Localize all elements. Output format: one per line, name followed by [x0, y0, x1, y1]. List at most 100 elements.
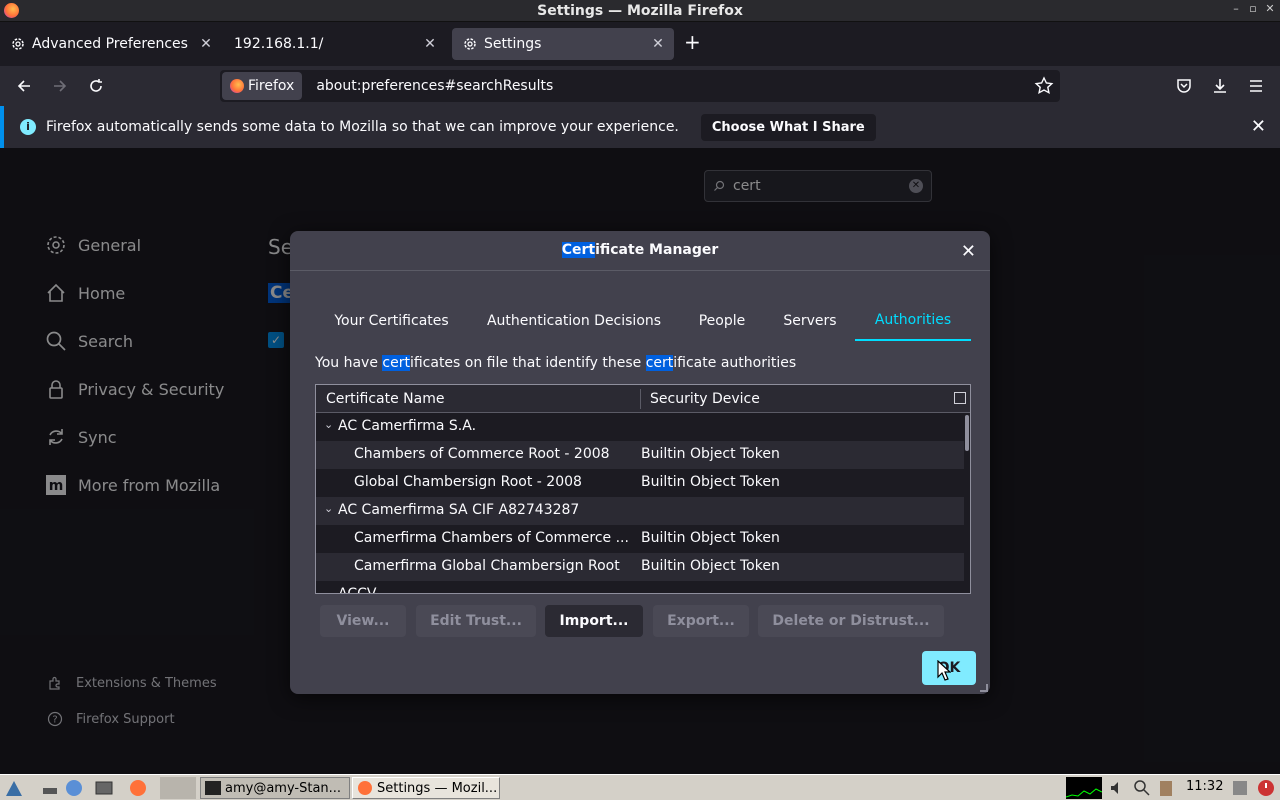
tab-label: Settings [484, 36, 542, 52]
taskbar-item-firefox[interactable]: Settings — Mozil... [352, 777, 500, 799]
dialog-title: Certificate Manager [290, 242, 990, 258]
hamburger-menu-icon[interactable] [1244, 74, 1268, 98]
taskbar-item-label: amy@amy-Stan... [225, 780, 342, 796]
chevron-down-icon[interactable]: ⌄ [324, 418, 333, 431]
certificate-manager-dialog: Certificate Manager ✕ Your Certificates … [290, 231, 990, 694]
cert-device: Builtin Object Token [641, 558, 780, 574]
title-highlight: Cert [561, 242, 596, 258]
close-dialog-icon[interactable]: ✕ [961, 241, 976, 262]
firefox-icon [358, 781, 372, 795]
tab-router[interactable]: 192.168.1.1/ ✕ [224, 28, 446, 60]
user-icon[interactable] [1230, 778, 1250, 798]
chevron-down-icon[interactable]: ⌄ [324, 586, 333, 593]
reload-icon[interactable] [84, 74, 108, 98]
resize-grip[interactable] [980, 684, 988, 692]
network-icon[interactable] [64, 778, 84, 798]
volume-icon[interactable] [1108, 778, 1128, 798]
tab-advanced-preferences[interactable]: Advanced Preferences ✕ [0, 28, 222, 60]
column-certificate-name[interactable]: Certificate Name [326, 391, 444, 407]
window-title: Settings — Mozilla Firefox [537, 2, 743, 19]
window-titlebar: Settings — Mozilla Firefox – ▫ ✕ [0, 0, 1280, 22]
file-manager-icon[interactable] [94, 778, 114, 798]
notification-message: Firefox automatically sends some data to… [46, 119, 679, 135]
cert-device: Builtin Object Token [641, 530, 780, 546]
edit-trust-button[interactable]: Edit Trust... [416, 605, 536, 637]
tab-authorities[interactable]: Authorities [855, 301, 971, 341]
taskbar-item-label: Settings — Mozil... [377, 780, 498, 796]
certificate-tree[interactable]: Certificate Name Security Device ⌄ AC Ca… [315, 384, 971, 594]
firefox-launcher-icon[interactable] [128, 778, 148, 798]
url-bar[interactable]: Firefox about:preferences#searchResults [220, 70, 1060, 102]
import-button[interactable]: Import... [545, 605, 643, 637]
pocket-icon[interactable] [1172, 74, 1196, 98]
tab-your-certificates[interactable]: Your Certificates [315, 301, 468, 341]
clipboard-icon[interactable] [1156, 778, 1176, 798]
tab-servers[interactable]: Servers [775, 301, 845, 341]
tree-row[interactable]: Camerfirma Chambers of Commerce ... Buil… [316, 525, 964, 553]
bookmark-star-icon[interactable] [1034, 76, 1054, 96]
close-notification-icon[interactable]: ✕ [1251, 116, 1266, 137]
view-button[interactable]: View... [320, 605, 406, 637]
taskbar-clock: 11:32 [1186, 779, 1224, 794]
tree-row[interactable]: ⌄ AC Camerfirma S.A. [316, 413, 964, 441]
new-tab-icon[interactable]: + [684, 30, 701, 54]
tree-scrollbar[interactable] [965, 415, 969, 451]
cert-device: Builtin Object Token [641, 474, 780, 490]
authorities-description: You have certificates on file that ident… [315, 355, 797, 371]
export-button[interactable]: Export... [653, 605, 749, 637]
mouse-cursor-icon [937, 660, 951, 681]
tab-bar: Advanced Preferences ✕ 192.168.1.1/ ✕ Se… [0, 22, 1280, 66]
tree-row[interactable]: ⌄ ACCV [316, 581, 964, 593]
maximize-icon[interactable]: ▫ [1245, 2, 1261, 15]
start-menu-icon[interactable] [4, 778, 24, 798]
tree-header: Certificate Name Security Device [316, 385, 970, 413]
info-icon: i [20, 119, 36, 135]
tree-row[interactable]: Chambers of Commerce Root - 2008 Builtin… [316, 441, 964, 469]
tab-label: 192.168.1.1/ [234, 36, 324, 52]
column-separator[interactable] [640, 389, 641, 409]
power-icon[interactable] [1256, 778, 1276, 798]
firefox-icon [4, 3, 19, 18]
identity-label: Firefox [248, 78, 295, 94]
cert-name: Chambers of Commerce Root - 2008 [354, 446, 610, 462]
gear-icon [12, 38, 24, 50]
search-tray-icon[interactable] [1132, 778, 1152, 798]
forward-icon[interactable] [48, 74, 72, 98]
tree-rows: ⌄ AC Camerfirma S.A. Chambers of Commerc… [316, 413, 964, 593]
gear-icon [464, 38, 476, 50]
column-security-device[interactable]: Security Device [650, 391, 760, 407]
terminal-icon [205, 781, 221, 795]
tree-row[interactable]: Global Chambersign Root - 2008 Builtin O… [316, 469, 964, 497]
close-tab-icon[interactable]: ✕ [198, 36, 214, 52]
tab-people[interactable]: People [687, 301, 757, 341]
close-tab-icon[interactable]: ✕ [422, 36, 438, 52]
cert-name: AC Camerfirma SA CIF A82743287 [338, 502, 580, 518]
tab-label: Advanced Preferences [32, 36, 188, 52]
certificate-tabs: Your Certificates Authentication Decisio… [315, 301, 971, 341]
taskbar-spacer [160, 777, 196, 799]
dialog-header: Certificate Manager ✕ [290, 231, 990, 271]
tab-settings[interactable]: Settings ✕ [452, 28, 674, 60]
back-icon[interactable] [12, 74, 36, 98]
show-desktop-icon[interactable] [40, 778, 60, 798]
cpu-monitor [1065, 777, 1103, 799]
minimize-icon[interactable]: – [1228, 2, 1244, 15]
downloads-icon[interactable] [1208, 74, 1232, 98]
taskbar-item-terminal[interactable]: amy@amy-Stan... [200, 777, 350, 799]
delete-or-distrust-button[interactable]: Delete or Distrust... [758, 605, 944, 637]
url-text[interactable]: about:preferences#searchResults [316, 78, 553, 94]
column-picker-icon[interactable] [954, 392, 966, 404]
cert-name: AC Camerfirma S.A. [338, 418, 477, 434]
chevron-down-icon[interactable]: ⌄ [324, 502, 333, 515]
identity-box[interactable]: Firefox [222, 72, 303, 100]
tree-row[interactable]: Camerfirma Global Chambersign Root Built… [316, 553, 964, 581]
close-window-icon[interactable]: ✕ [1262, 2, 1278, 15]
choose-what-i-share-button[interactable]: Choose What I Share [700, 113, 876, 141]
firefox-icon [230, 79, 244, 93]
cert-device: Builtin Object Token [641, 446, 780, 462]
tree-row[interactable]: ⌄ AC Camerfirma SA CIF A82743287 [316, 497, 964, 525]
tab-authentication-decisions[interactable]: Authentication Decisions [480, 301, 668, 341]
cert-name: Camerfirma Global Chambersign Root [354, 558, 620, 574]
close-tab-icon[interactable]: ✕ [650, 36, 666, 52]
navigation-toolbar: Firefox about:preferences#searchResults [0, 66, 1280, 106]
